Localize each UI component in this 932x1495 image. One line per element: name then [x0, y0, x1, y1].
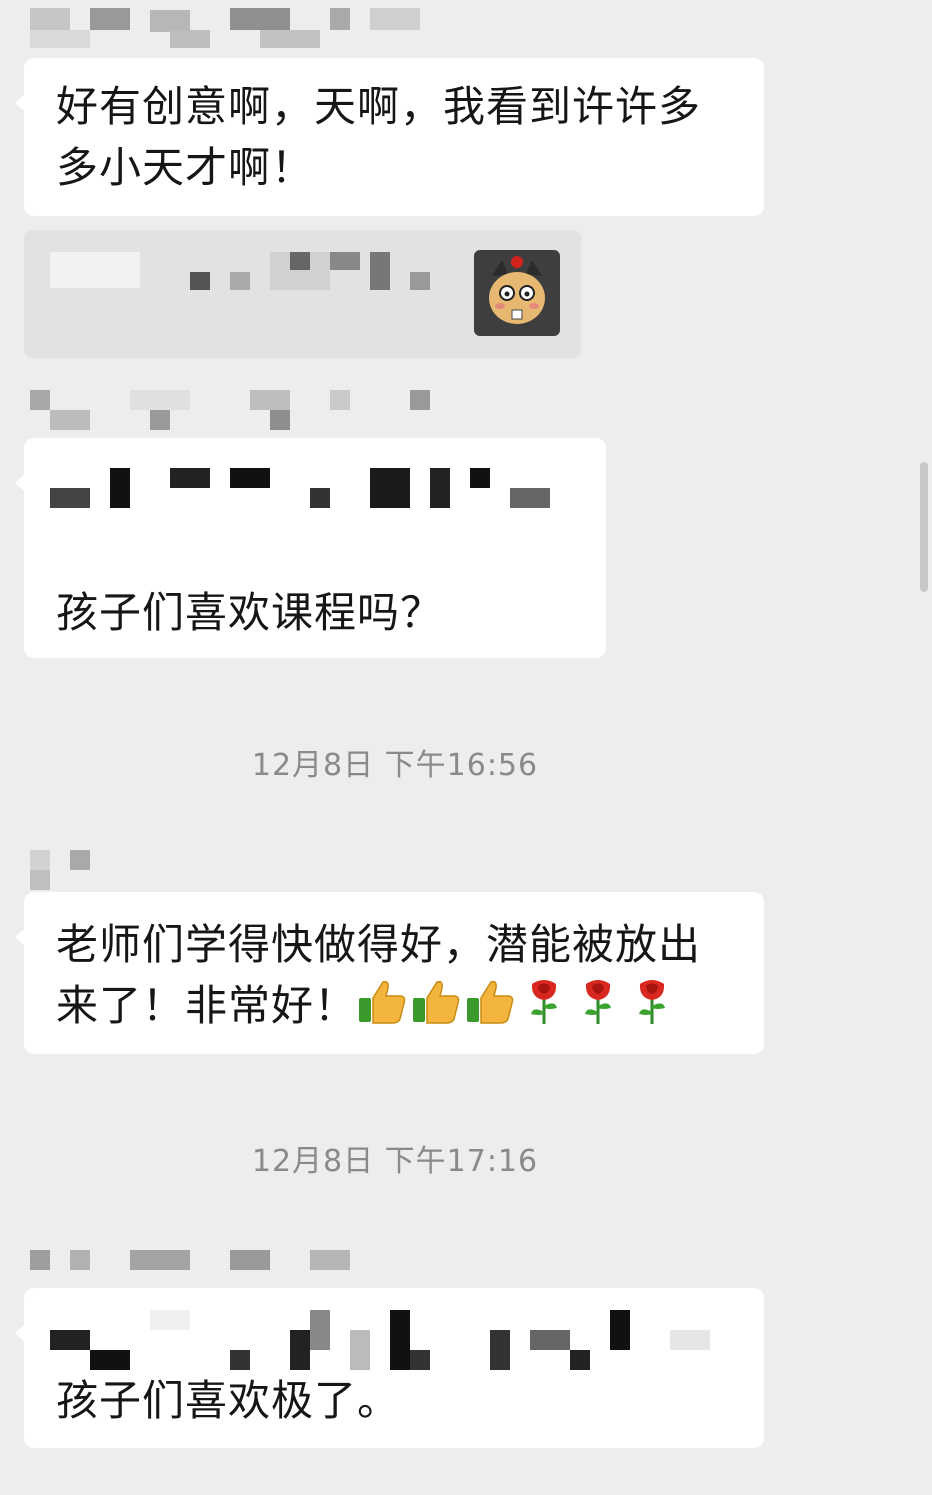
- thumbs-up-icon: [359, 980, 406, 1024]
- thumbs-up-icon: [413, 980, 460, 1024]
- rose-icon: [585, 980, 612, 1024]
- emoji-row: [357, 980, 681, 1030]
- message-text: 老师们学得快做得好，潜能被放出来了！非常好！: [56, 920, 702, 1030]
- sender-name-redacted: [30, 8, 430, 50]
- quoted-message[interactable]: [24, 230, 581, 358]
- message-text: 好有创意啊，天啊，我看到许许多多小天才啊！: [56, 82, 702, 192]
- timestamp: 12月8日 下午17:16: [251, 1144, 539, 1179]
- message-bubble[interactable]: 老师们学得快做得好，潜能被放出来了！非常好！: [15, 892, 764, 1054]
- sender-name-redacted: [30, 850, 90, 890]
- chat-screen: 好有创意啊，天啊，我看到许许多多小天才啊！ 孩子们喜欢课程吗？ 12月8日 下午…: [0, 0, 932, 1495]
- timestamp: 12月8日 下午16:56: [251, 748, 539, 783]
- redacted-text: [50, 468, 550, 512]
- cartoon-avatar-icon[interactable]: [474, 250, 560, 336]
- message-bubble[interactable]: 孩子们喜欢课程吗？: [15, 438, 606, 658]
- message-text: 孩子们喜欢课程吗？: [56, 588, 444, 637]
- message-text: 孩子们喜欢极了。: [56, 1376, 401, 1425]
- sender-name-redacted: [30, 1250, 360, 1272]
- sender-name-redacted: [30, 390, 450, 432]
- rose-icon: [639, 980, 666, 1024]
- thumbs-up-icon: [467, 980, 514, 1024]
- message-bubble[interactable]: 好有创意啊，天啊，我看到许许多多小天才啊！: [15, 58, 764, 216]
- redacted-text: [50, 1308, 740, 1370]
- rose-icon: [531, 980, 558, 1024]
- message-bubble[interactable]: 孩子们喜欢极了。: [15, 1288, 764, 1448]
- scrollbar[interactable]: [920, 462, 928, 592]
